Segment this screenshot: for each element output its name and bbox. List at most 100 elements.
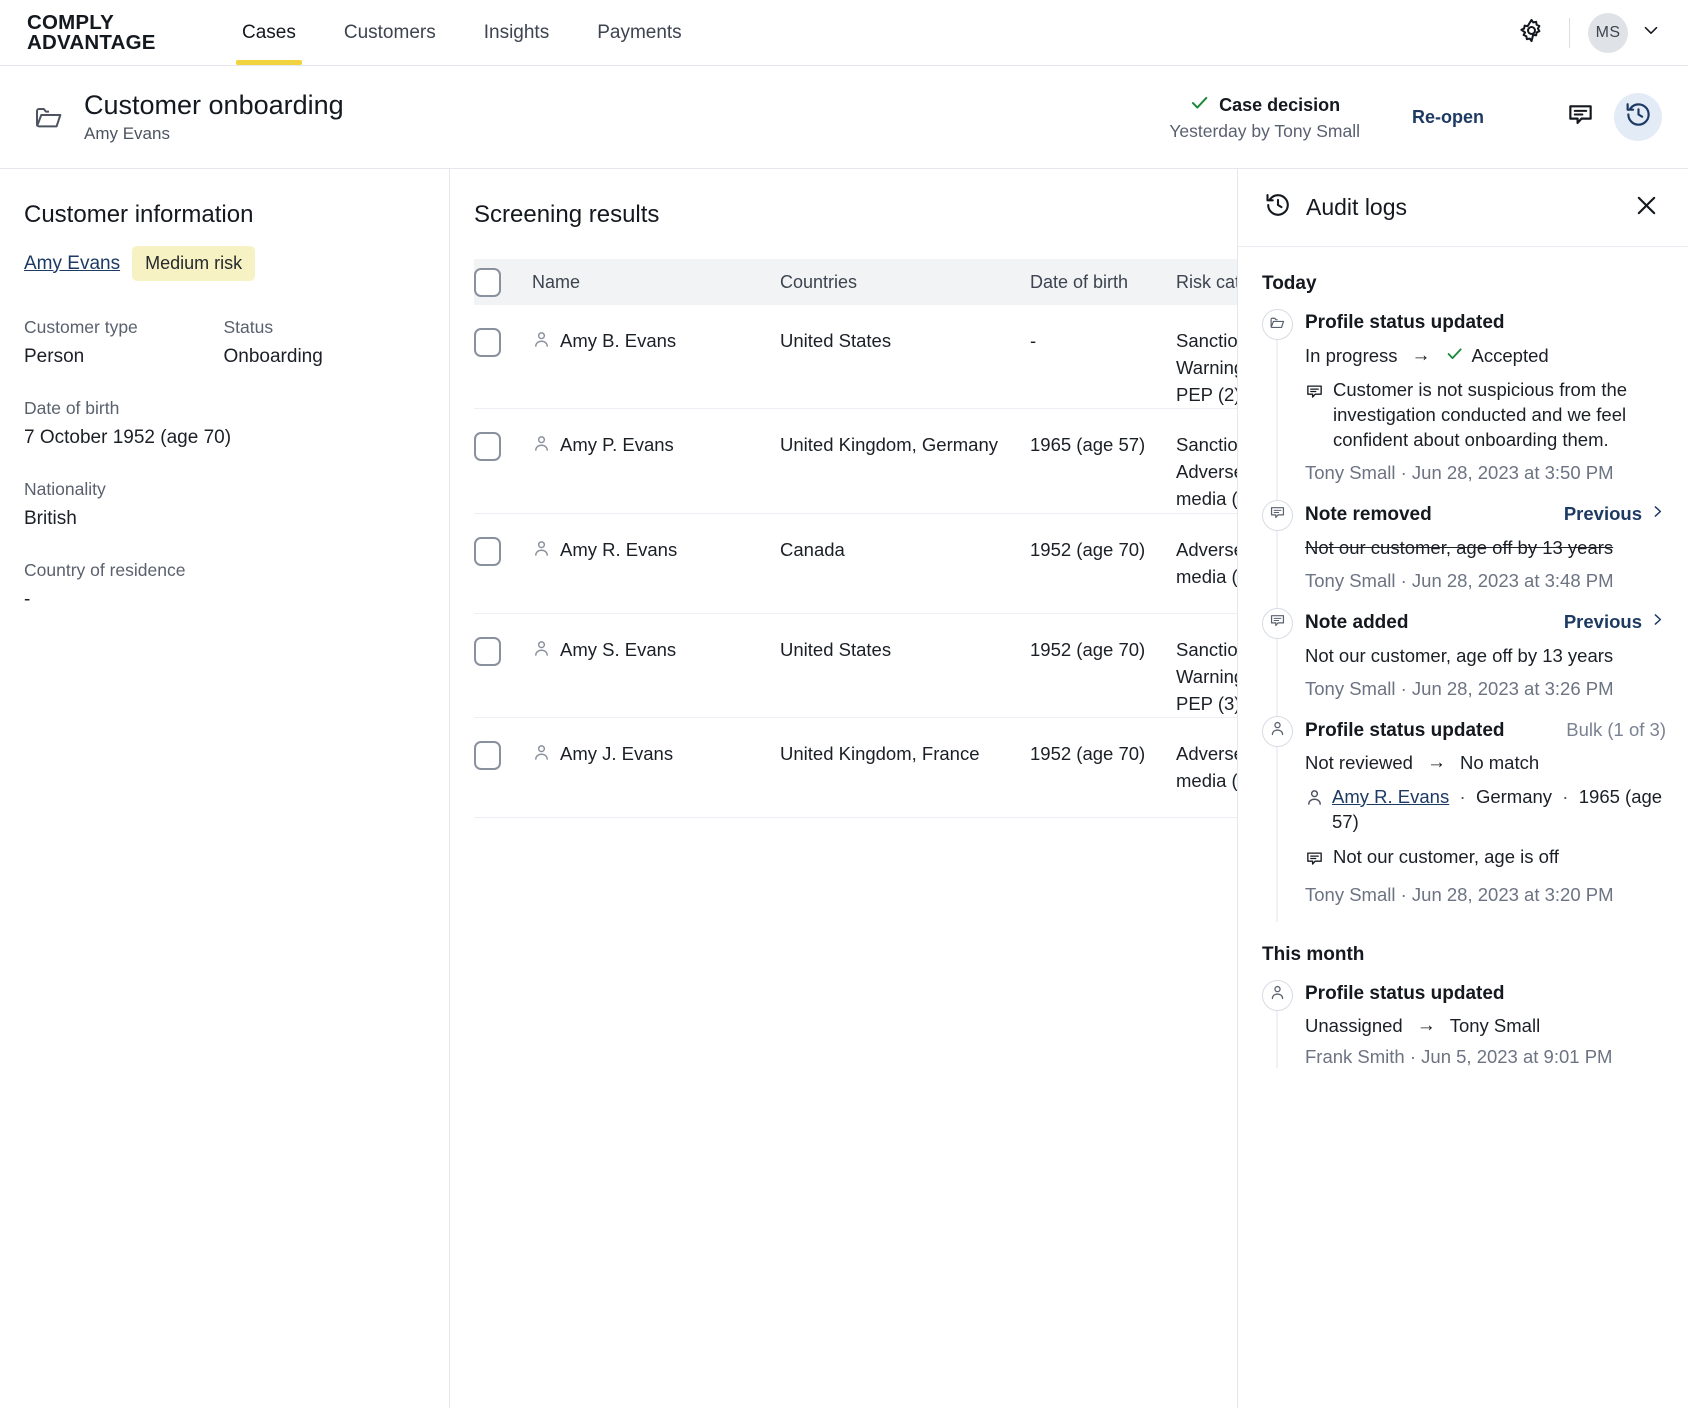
- case-header: Customer onboarding Amy Evans Case decis…: [0, 66, 1688, 169]
- history-icon: [1624, 100, 1653, 134]
- column-header-countries[interactable]: Countries: [780, 269, 1030, 295]
- audit-entry-rail: [1260, 309, 1294, 500]
- cell-countries: United Kingdom, Germany: [780, 434, 998, 456]
- cell-countries: United Kingdom, France: [780, 743, 980, 765]
- nav-item-payments-label: Payments: [597, 21, 682, 43]
- comment-icon: [1305, 382, 1324, 453]
- table-row[interactable]: Amy P. Evans United Kingdom, Germany 196…: [474, 409, 1336, 514]
- field-country-of-residence-label: Country of residence: [24, 560, 186, 580]
- audit-entry-meta: Tony Small · Jun 28, 2023 at 3:50 PM: [1305, 461, 1614, 483]
- field-country-of-residence: Country of residence -: [24, 560, 423, 611]
- audit-entry-icon-badge: [1261, 979, 1293, 1011]
- brand-logo[interactable]: COMPLY ADVANTAGE: [0, 0, 218, 65]
- row-select-cell: [474, 432, 532, 462]
- audit-entry-profile-link[interactable]: Amy R. Evans: [1332, 786, 1449, 807]
- audit-group-label-today: Today: [1262, 273, 1317, 294]
- table-row[interactable]: Amy S. Evans United States 1952 (age 70)…: [474, 614, 1336, 719]
- row-checkbox[interactable]: [474, 328, 501, 357]
- audit-entry-to-state: Tony Small: [1449, 1014, 1541, 1036]
- audit-entry-title: Note added: [1305, 611, 1409, 633]
- audit-entry-to-state-wrap: Accepted: [1445, 344, 1549, 368]
- audit-entry-note: Not our customer, age off by 13 years: [1305, 536, 1666, 561]
- nav-item-insights[interactable]: Insights: [460, 0, 573, 65]
- cell-name-text: Amy S. Evans: [560, 638, 677, 660]
- settings-button[interactable]: [1509, 11, 1553, 55]
- comment-icon: [1566, 100, 1595, 134]
- main-nav-items: Cases Customers Insights Payments: [218, 0, 706, 65]
- audit-logs-header: Audit logs: [1238, 169, 1688, 247]
- timeline-connector: [1276, 729, 1278, 922]
- select-all-checkbox[interactable]: [474, 267, 501, 297]
- table-header-row: Name Countries Date of birth Risk cat: [474, 259, 1336, 305]
- screening-results-table: Name Countries Date of birth Risk cat Am…: [474, 259, 1336, 819]
- avatar[interactable]: MS: [1588, 12, 1628, 53]
- audit-logs-panel: Audit logs Today Profile status updated …: [1237, 169, 1688, 1408]
- audit-entry-from-state: Not reviewed: [1305, 751, 1413, 773]
- audit-entry-note-text: Not our customer, age is off: [1333, 845, 1559, 867]
- screening-results-title: Screening results: [474, 201, 660, 228]
- nav-item-cases[interactable]: Cases: [218, 0, 320, 65]
- table-row[interactable]: Amy B. Evans United States - Sanctions (…: [474, 305, 1336, 410]
- audit-entry-titlerow: Note removed Previous: [1305, 503, 1666, 526]
- cell-date-of-birth: 1952 (age 70): [1030, 743, 1146, 765]
- field-customer-type-value: Person: [24, 346, 85, 367]
- audit-entry-note: Customer is not suspicious from the inve…: [1305, 378, 1666, 453]
- field-nationality-value: British: [24, 508, 77, 529]
- table-row[interactable]: Amy J. Evans United Kingdom, France 1952…: [474, 718, 1336, 819]
- field-nationality: Nationality British: [24, 479, 423, 530]
- cell-name: Amy J. Evans: [532, 741, 780, 770]
- close-icon: [1633, 192, 1660, 224]
- cell-date-of-birth: 1952 (age 70): [1030, 538, 1146, 560]
- audit-entry-meta: Frank Smith · Jun 5, 2023 at 9:01 PM: [1305, 1045, 1613, 1067]
- audit-entry-rail: [1260, 499, 1294, 608]
- column-header-name[interactable]: Name: [532, 269, 780, 295]
- row-checkbox[interactable]: [474, 741, 501, 771]
- chevron-right-icon: [1649, 503, 1666, 525]
- table-row[interactable]: Amy R. Evans Canada 1952 (age 70) Advers…: [474, 514, 1336, 614]
- row-checkbox[interactable]: [474, 636, 501, 666]
- cell-name-text: Amy R. Evans: [560, 538, 678, 560]
- customer-fields-top-grid: Customer type Person Status Onboarding: [24, 317, 423, 398]
- comment-icon: [1269, 504, 1286, 526]
- history-icon: [1264, 191, 1292, 224]
- audit-entry-icon-badge: [1261, 499, 1293, 531]
- previous-note-button[interactable]: Previous: [1564, 611, 1666, 633]
- person-icon: [532, 434, 551, 461]
- previous-note-button[interactable]: Previous: [1564, 503, 1666, 525]
- close-button[interactable]: [1626, 188, 1666, 228]
- column-header-date-of-birth[interactable]: Date of birth: [1030, 269, 1176, 295]
- arrow-right-icon: →: [1411, 345, 1431, 366]
- audit-logs-toggle-button[interactable]: [1614, 93, 1662, 141]
- audit-entry-rail: [1260, 607, 1294, 716]
- nav-item-customers[interactable]: Customers: [320, 0, 460, 65]
- audit-entry: Note removed Previous Not our customer, …: [1260, 499, 1666, 608]
- chevron-right-icon: [1649, 611, 1666, 633]
- account-menu-button[interactable]: [1640, 19, 1662, 46]
- audit-entry: Profile status updated Bulk (1 of 3) Not…: [1260, 715, 1666, 922]
- nav-right-controls: MS: [1509, 0, 1688, 65]
- nav-item-payments[interactable]: Payments: [573, 0, 705, 65]
- nav-item-insights-label: Insights: [483, 21, 550, 43]
- field-status: Status Onboarding: [224, 317, 424, 368]
- audit-entry-meta: Tony Small · Jun 28, 2023 at 3:26 PM: [1305, 677, 1614, 699]
- field-date-of-birth: Date of birth 7 October 1952 (age 70): [24, 398, 423, 449]
- field-date-of-birth-label: Date of birth: [24, 398, 120, 418]
- row-checkbox[interactable]: [474, 536, 501, 566]
- cell-date-of-birth: 1965 (age 57): [1030, 434, 1146, 456]
- audit-entry: Profile status updated Unassigned → Tony…: [1260, 979, 1666, 1084]
- person-icon: [1269, 720, 1286, 742]
- row-checkbox[interactable]: [474, 432, 501, 462]
- row-select-cell: [474, 741, 532, 771]
- field-customer-type-label: Customer type: [24, 317, 138, 337]
- folder-icon: [1269, 314, 1286, 336]
- customer-name-link[interactable]: Amy Evans: [24, 253, 120, 275]
- person-icon: [1269, 984, 1286, 1006]
- person-icon: [532, 539, 551, 566]
- cell-name-text: Amy P. Evans: [560, 434, 674, 456]
- comments-button[interactable]: [1556, 93, 1604, 141]
- screening-results-panel: Screening results Name Countries Date of…: [450, 169, 1336, 1408]
- audit-entry-content: Profile status updated In progress → Acc…: [1294, 309, 1666, 484]
- previous-note-label: Previous: [1563, 502, 1642, 524]
- cell-name: Amy R. Evans: [532, 537, 780, 566]
- reopen-button[interactable]: Re-open: [1402, 101, 1494, 134]
